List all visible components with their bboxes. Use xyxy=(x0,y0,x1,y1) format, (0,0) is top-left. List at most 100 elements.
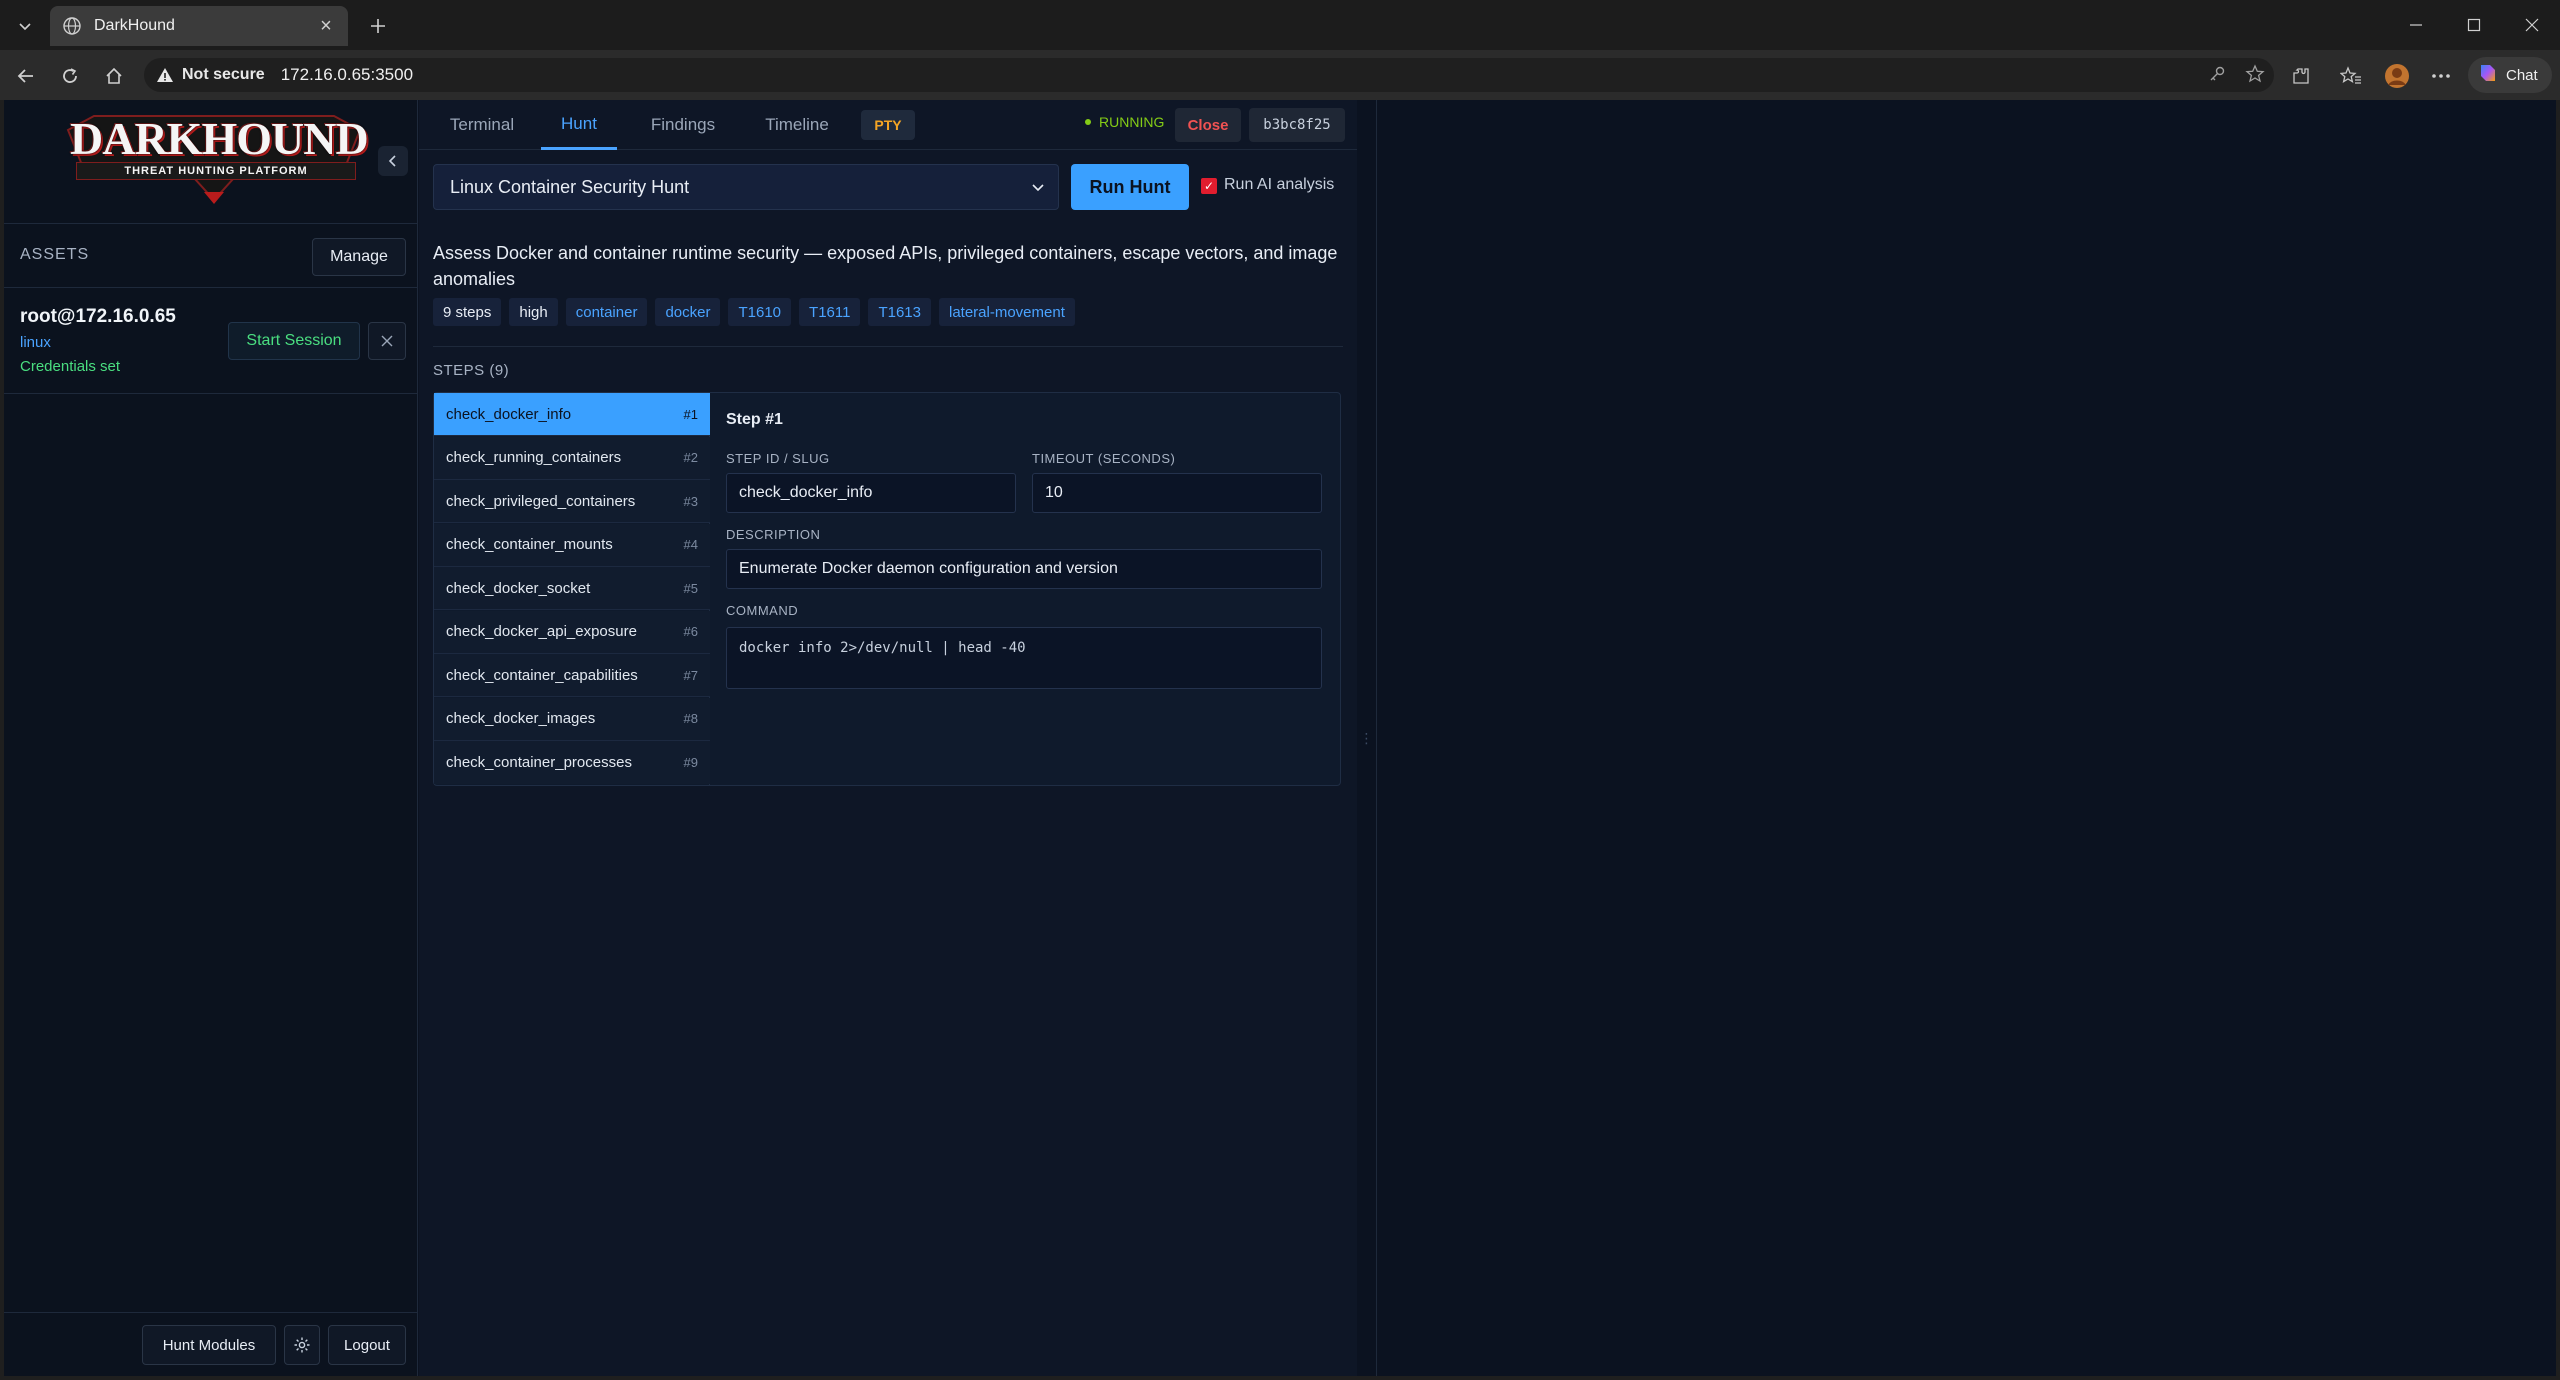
output-pane xyxy=(1378,100,2556,1376)
step-title: Step #1 xyxy=(726,411,783,428)
asset-item[interactable]: root@172.16.0.65 linux Credentials set S… xyxy=(4,288,418,394)
step-slug: check_running_containers xyxy=(446,449,622,466)
maximize-window-icon[interactable] xyxy=(2446,8,2502,42)
darkhound-app: DARKHOUND THREAT HUNTING PLATFORM ASSETS… xyxy=(4,100,2556,1376)
tag-t1611: T1611 xyxy=(799,298,861,326)
more-options-icon[interactable] xyxy=(2424,59,2458,93)
timeout-label: TIMEOUT (SECONDS) xyxy=(1032,451,1176,466)
hunt-modules-button[interactable]: Hunt Modules xyxy=(142,1325,276,1365)
step-slug: check_container_processes xyxy=(446,754,632,771)
settings-gear-icon[interactable] xyxy=(284,1325,320,1365)
step-number: #3 xyxy=(683,493,698,509)
browser-tab-darkhound[interactable]: DarkHound × xyxy=(50,6,348,46)
step-slug: check_docker_api_exposure xyxy=(446,623,637,640)
tag-t1610: T1610 xyxy=(728,298,792,326)
favorites-icon[interactable] xyxy=(2334,59,2368,93)
remove-asset-icon[interactable] xyxy=(368,322,406,360)
tag-severity: high xyxy=(509,298,558,326)
pty-badge: PTY xyxy=(861,110,915,140)
asset-host: root@172.16.0.65 xyxy=(20,306,176,327)
step-slug: check_privileged_containers xyxy=(446,492,636,510)
step-number: #8 xyxy=(683,711,698,726)
step-item[interactable]: check_docker_images #8 xyxy=(434,697,710,741)
step-number: #2 xyxy=(683,450,698,465)
tag-docker: docker xyxy=(655,298,721,326)
step-number: #5 xyxy=(683,580,698,596)
logo-area: DARKHOUND THREAT HUNTING PLATFORM xyxy=(4,100,418,224)
new-tab-icon[interactable] xyxy=(364,12,392,40)
pane-resize-handle[interactable]: ⋮ xyxy=(1357,100,1377,1376)
steps-heading: STEPS (9) xyxy=(433,362,510,379)
session-status: RUNNING xyxy=(1085,114,1164,130)
step-item[interactable]: check_docker_api_exposure #6 xyxy=(434,610,710,654)
run-ai-analysis-label[interactable]: Run AI analysis xyxy=(1224,176,1334,194)
logo-wordmark: DARKHOUND xyxy=(70,113,369,164)
assets-header: ASSETS Manage xyxy=(4,224,418,288)
collapse-sidebar-icon[interactable] xyxy=(378,146,408,176)
address-bar[interactable]: Not secure 172.16.0.65:3500 xyxy=(144,58,2274,92)
back-arrow-icon[interactable] xyxy=(10,60,42,92)
run-hunt-button[interactable]: Run Hunt xyxy=(1071,164,1189,210)
step-item[interactable]: check_privileged_containers #3 xyxy=(434,480,710,523)
logout-button[interactable]: Logout xyxy=(328,1325,406,1365)
tag-step-count: 9 steps xyxy=(433,298,502,326)
run-ai-analysis-checkbox[interactable]: ✓ xyxy=(1201,178,1217,194)
timeout-input[interactable]: 10 xyxy=(1032,473,1322,513)
step-item[interactable]: check_docker_socket #5 xyxy=(434,567,710,610)
security-status-label[interactable]: Not secure xyxy=(182,66,265,84)
copilot-icon xyxy=(2476,61,2500,90)
step-detail-editor: Step #1 STEP ID / SLUG check_docker_info… xyxy=(710,393,1340,785)
step-item[interactable]: check_container_processes #9 xyxy=(434,741,710,784)
reload-icon[interactable] xyxy=(54,60,86,92)
key-icon[interactable] xyxy=(2202,59,2232,89)
step-slug: check_container_capabilities xyxy=(446,666,638,684)
hunt-description: Assess Docker and container runtime secu… xyxy=(433,243,1338,289)
manage-assets-button[interactable]: Manage xyxy=(312,238,406,276)
step-item[interactable]: check_docker_info #1 xyxy=(434,393,710,436)
sidebar-footer: Hunt Modules Logout xyxy=(4,1312,418,1376)
copilot-chat-button[interactable]: Chat xyxy=(2468,57,2552,93)
url-text[interactable]: 172.16.0.65:3500 xyxy=(281,65,413,85)
extensions-icon[interactable] xyxy=(2284,59,2318,93)
close-tab-icon[interactable]: × xyxy=(316,15,336,37)
globe-icon xyxy=(62,16,82,36)
step-item[interactable]: check_running_containers #2 xyxy=(434,436,710,480)
tag-container: container xyxy=(565,298,648,326)
description-label: DESCRIPTION xyxy=(726,527,821,542)
minimize-window-icon[interactable] xyxy=(2388,8,2444,42)
step-item[interactable]: check_container_mounts #4 xyxy=(434,523,710,567)
hunt-panel: Terminal Hunt Findings Timeline PTY RUNN… xyxy=(419,100,1357,1376)
panel-tabs: Terminal Hunt Findings Timeline PTY RUNN… xyxy=(419,100,1357,150)
command-textarea[interactable]: docker info 2>/dev/null | head -40 xyxy=(726,627,1322,689)
assets-title: ASSETS xyxy=(20,246,90,263)
home-icon[interactable] xyxy=(98,60,130,92)
divider xyxy=(433,346,1343,347)
tab-terminal[interactable]: Terminal xyxy=(433,100,531,150)
step-number: #4 xyxy=(683,537,698,552)
tab-findings[interactable]: Findings xyxy=(631,100,735,150)
tag-t1613: T1613 xyxy=(868,298,931,326)
command-label: COMMAND xyxy=(726,603,799,618)
favorite-star-icon[interactable] xyxy=(2240,59,2270,89)
tab-timeline[interactable]: Timeline xyxy=(745,100,849,150)
profile-avatar-icon[interactable] xyxy=(2380,59,2414,93)
browser-tab-title: DarkHound xyxy=(94,17,175,34)
close-session-button[interactable]: Close xyxy=(1175,108,1241,142)
step-list: check_docker_info #1 check_running_conta… xyxy=(434,393,710,785)
tab-hunt[interactable]: Hunt xyxy=(541,100,617,150)
start-session-button[interactable]: Start Session xyxy=(228,322,360,360)
description-input[interactable]: Enumerate Docker daemon configuration an… xyxy=(726,549,1322,589)
step-number: #6 xyxy=(683,624,698,639)
tab-list-dropdown-icon[interactable] xyxy=(10,12,40,40)
close-window-icon[interactable] xyxy=(2504,8,2560,42)
step-number: #7 xyxy=(683,667,698,683)
sidebar: DARKHOUND THREAT HUNTING PLATFORM ASSETS… xyxy=(4,100,418,1376)
warning-triangle-icon[interactable] xyxy=(156,66,174,84)
session-status-text: RUNNING xyxy=(1099,114,1165,130)
hunt-module-select[interactable]: Linux Container Security Hunt xyxy=(433,164,1059,210)
step-slug: check_docker_images xyxy=(446,710,596,727)
step-slug-input[interactable]: check_docker_info xyxy=(726,473,1016,513)
chevron-down-icon xyxy=(1030,179,1046,200)
step-slug: check_docker_socket xyxy=(446,579,591,597)
step-item[interactable]: check_container_capabilities #7 xyxy=(434,654,710,697)
